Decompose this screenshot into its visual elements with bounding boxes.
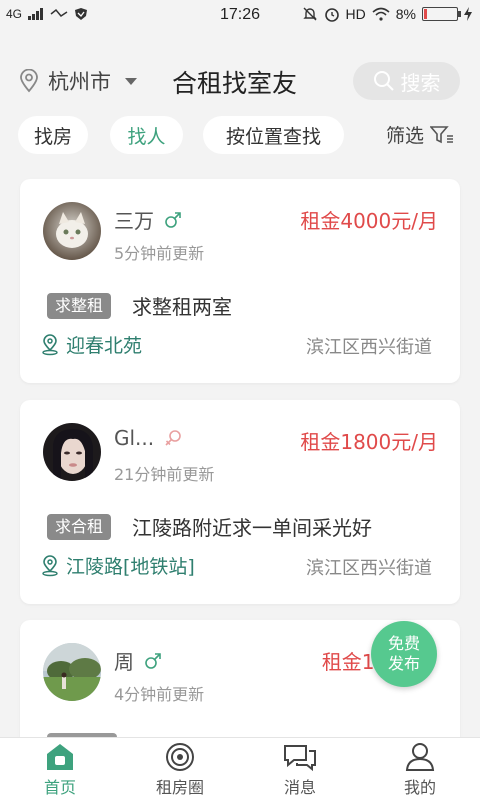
- woman-avatar-image: [43, 423, 101, 481]
- user-name-row: Gl...: [114, 426, 182, 450]
- tab-by-location[interactable]: 按位置查找: [203, 116, 344, 154]
- wifi-icon: [372, 7, 390, 21]
- nav-rental-circle[interactable]: 租房圈: [135, 742, 225, 798]
- update-time: 4分钟前更新: [114, 685, 205, 704]
- rent-price: 租金1800元/月: [300, 430, 438, 454]
- circle-icon: [166, 743, 194, 771]
- bottom-nav: 首页 租房圈 消息 我的: [0, 737, 480, 800]
- battery-fill: [424, 9, 427, 19]
- page-title: 合租找室友: [172, 69, 298, 98]
- battery-icon: [422, 7, 461, 21]
- location-name: 迎春北苑: [66, 335, 143, 357]
- mute-icon: [302, 7, 317, 21]
- filter-label: 筛选: [386, 125, 425, 147]
- nav-home-label: 首页: [43, 778, 76, 797]
- avatar[interactable]: [43, 202, 101, 260]
- location-pin-icon: [20, 69, 38, 93]
- nav-profile-label: 我的: [403, 778, 436, 797]
- alarm-icon: [324, 8, 339, 22]
- search-label: 搜索: [400, 70, 441, 95]
- male-icon: [145, 652, 161, 669]
- city-selector[interactable]: 杭州市: [18, 66, 137, 96]
- listing-description: 江陵路附近求一单间采光好: [132, 516, 372, 540]
- tab-by-location-label: 按位置查找: [225, 125, 321, 148]
- city-label: 杭州市: [48, 70, 111, 94]
- tab-find-room[interactable]: 找房: [18, 116, 88, 154]
- free-post-line2: 发布: [387, 654, 420, 673]
- profile-icon: [405, 743, 435, 771]
- listing-location[interactable]: 迎春北苑: [40, 331, 142, 358]
- cat-avatar-image: [43, 202, 101, 260]
- location-name: 江陵路[地铁站]: [66, 556, 195, 578]
- tab-find-person[interactable]: 找人: [110, 116, 183, 154]
- status-bar: 4G 17:26 HD 8%: [0, 0, 480, 32]
- district: 滨江区西兴街道: [306, 558, 432, 579]
- nav-messages[interactable]: 消息: [255, 742, 345, 798]
- district: 滨江区西兴街道: [306, 337, 432, 358]
- listing-description: 求整租两室: [132, 295, 232, 319]
- filter-button[interactable]: 筛选: [386, 121, 454, 148]
- update-time: 5分钟前更新: [114, 244, 205, 263]
- listing-location[interactable]: 江陵路[地铁站]: [40, 552, 195, 579]
- hd-label: HD: [345, 6, 366, 22]
- listing-tag: 求合租: [47, 514, 112, 540]
- free-post-line1: 免费: [387, 634, 420, 653]
- nav-profile[interactable]: 我的: [375, 742, 465, 798]
- search-icon: [373, 71, 394, 91]
- message-icon: [284, 745, 316, 772]
- listing-card[interactable]: Gl... 21分钟前更新 租金1800元/月 求合租 江陵路附近求一单间采光好…: [20, 400, 460, 604]
- nav-messages-label: 消息: [283, 778, 316, 797]
- landscape-avatar-image: [43, 643, 101, 701]
- header: 杭州市 合租找室友 搜索: [0, 52, 480, 112]
- user-name: 三万: [114, 209, 154, 233]
- search-button[interactable]: 搜索: [353, 62, 460, 100]
- free-post-button[interactable]: 免费 发布: [371, 621, 437, 687]
- nav-rental-circle-label: 租房圈: [155, 778, 204, 797]
- filter-row: 找房 找人 按位置查找 筛选: [0, 116, 480, 156]
- tab-find-person-label: 找人: [127, 125, 166, 148]
- location-pin-icon: [42, 554, 58, 576]
- user-name-row: 周: [114, 646, 162, 675]
- nav-home[interactable]: 首页: [15, 742, 105, 798]
- rent-price: 租金4000元/月: [300, 209, 438, 233]
- male-icon: [165, 211, 181, 228]
- female-icon: [165, 430, 181, 446]
- location-pin-icon: [42, 333, 58, 355]
- user-name: 周: [114, 650, 134, 674]
- avatar[interactable]: [43, 423, 101, 481]
- avatar[interactable]: [43, 643, 101, 701]
- user-name: Gl...: [114, 426, 155, 450]
- battery-percent: 8%: [395, 6, 416, 22]
- listing-tag: 求整租: [47, 293, 112, 319]
- user-name-row: 三万: [114, 205, 182, 234]
- home-icon: [47, 744, 73, 770]
- charging-icon: [464, 7, 472, 21]
- listing-card[interactable]: 三万 5分钟前更新 租金4000元/月 求整租 求整租两室 迎春北苑 滨江区西兴…: [20, 179, 460, 383]
- status-right: HD 8%: [302, 6, 472, 22]
- chevron-down-icon: [125, 77, 137, 85]
- update-time: 21分钟前更新: [114, 465, 215, 484]
- tab-find-room-label: 找房: [33, 125, 72, 148]
- filter-icon: [430, 125, 454, 143]
